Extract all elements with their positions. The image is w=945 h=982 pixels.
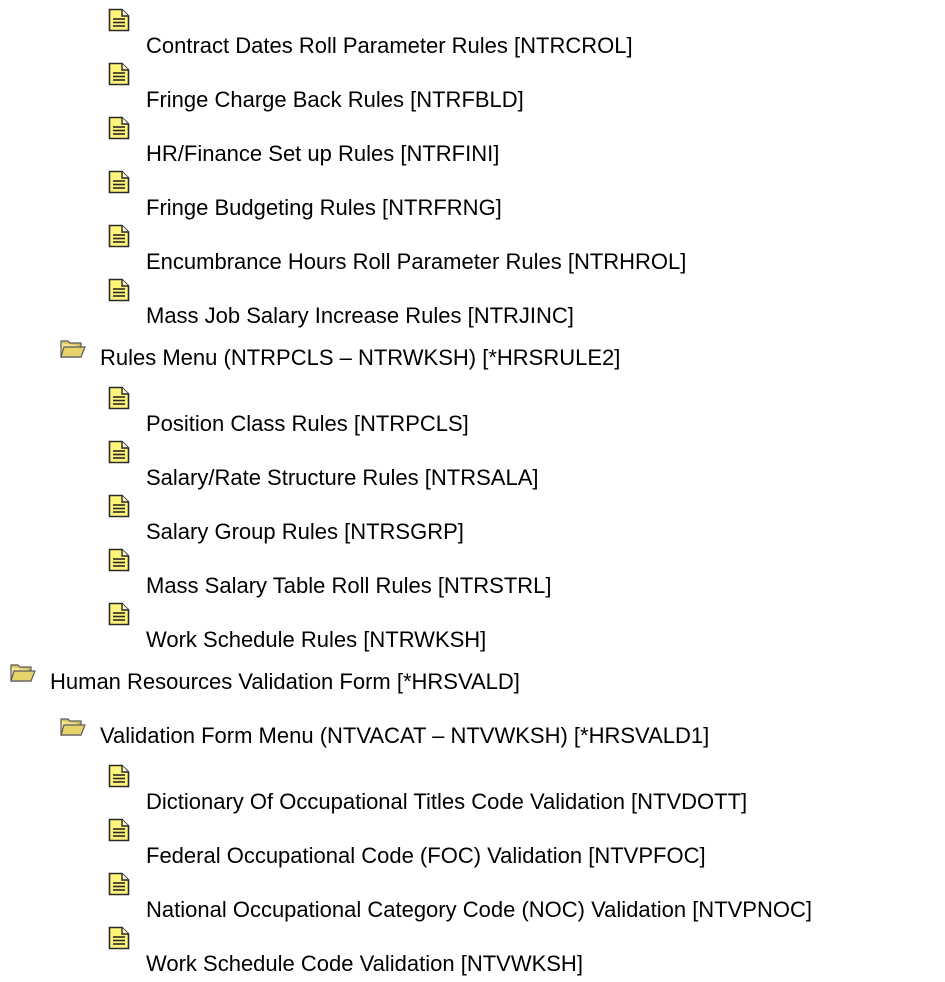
- tree-item-label: Fringe Charge Back Rules [NTRFBLD]: [146, 87, 524, 112]
- folder-open-icon: [60, 338, 86, 358]
- tree-item-label: Work Schedule Code Validation [NTVWKSH]: [146, 951, 583, 976]
- tree-item-ntvpfoc[interactable]: Federal Occupational Code (FOC) Validati…: [108, 816, 706, 869]
- tree-item-label: Salary/Rate Structure Rules [NTRSALA]: [146, 465, 539, 490]
- tree-item-ntvdott[interactable]: Dictionary Of Occupational Titles Code V…: [108, 762, 747, 815]
- tree-item-ntrstrl[interactable]: Mass Salary Table Roll Rules [NTRSTRL]: [108, 546, 552, 599]
- tree-item-ntrhrol[interactable]: Encumbrance Hours Roll Parameter Rules […: [108, 222, 686, 275]
- document-icon: [108, 8, 130, 32]
- tree-item-label: Salary Group Rules [NTRSGRP]: [146, 519, 464, 544]
- tree-item-ntrjinc[interactable]: Mass Job Salary Increase Rules [NTRJINC]: [108, 276, 574, 329]
- tree-folder-label: Rules Menu (NTRPCLS – NTRWKSH) [*HRSRULE…: [100, 345, 621, 370]
- document-icon: [108, 764, 130, 788]
- document-icon: [108, 926, 130, 950]
- document-icon: [108, 278, 130, 302]
- folder-open-icon: [10, 662, 36, 682]
- folder-open-icon: [60, 716, 86, 736]
- document-icon: [108, 494, 130, 518]
- tree-item-ntvpnoc[interactable]: National Occupational Category Code (NOC…: [108, 870, 812, 923]
- tree-folder-label: Human Resources Validation Form [*HRSVAL…: [50, 669, 520, 694]
- menu-tree: Contract Dates Roll Parameter Rules [NTR…: [0, 0, 945, 982]
- document-icon: [108, 602, 130, 626]
- tree-item-label: Work Schedule Rules [NTRWKSH]: [146, 627, 487, 652]
- document-icon: [108, 386, 130, 410]
- tree-item-label: National Occupational Category Code (NOC…: [146, 897, 812, 922]
- tree-item-ntrsala[interactable]: Salary/Rate Structure Rules [NTRSALA]: [108, 438, 538, 491]
- tree-folder-hrsrule2[interactable]: Rules Menu (NTRPCLS – NTRWKSH) [*HRSRULE…: [60, 330, 620, 383]
- tree-item-label: Federal Occupational Code (FOC) Validati…: [146, 843, 706, 868]
- tree-item-ntrcrol[interactable]: Contract Dates Roll Parameter Rules [NTR…: [108, 6, 633, 59]
- document-icon: [108, 440, 130, 464]
- tree-item-label: Mass Job Salary Increase Rules [NTRJINC]: [146, 303, 574, 328]
- tree-item-label: HR/Finance Set up Rules [NTRFINI]: [146, 141, 500, 166]
- tree-folder-hrsvald1[interactable]: Validation Form Menu (NTVACAT – NTVWKSH)…: [60, 708, 709, 761]
- tree-folder-hrsvald[interactable]: Human Resources Validation Form [*HRSVAL…: [10, 654, 520, 707]
- tree-item-label: Fringe Budgeting Rules [NTRFRNG]: [146, 195, 502, 220]
- tree-item-ntrfini[interactable]: HR/Finance Set up Rules [NTRFINI]: [108, 114, 499, 167]
- document-icon: [108, 224, 130, 248]
- document-icon: [108, 818, 130, 842]
- document-icon: [108, 548, 130, 572]
- tree-item-ntrwksh[interactable]: Work Schedule Rules [NTRWKSH]: [108, 600, 486, 653]
- tree-item-ntvwksh[interactable]: Work Schedule Code Validation [NTVWKSH]: [108, 924, 583, 977]
- tree-item-label: Dictionary Of Occupational Titles Code V…: [146, 789, 748, 814]
- tree-item-ntrsgrp[interactable]: Salary Group Rules [NTRSGRP]: [108, 492, 464, 545]
- tree-item-ntrpcls[interactable]: Position Class Rules [NTRPCLS]: [108, 384, 469, 437]
- tree-item-label: Contract Dates Roll Parameter Rules [NTR…: [146, 33, 633, 58]
- tree-item-label: Encumbrance Hours Roll Parameter Rules […: [146, 249, 687, 274]
- tree-item-label: Position Class Rules [NTRPCLS]: [146, 411, 469, 436]
- tree-item-label: Mass Salary Table Roll Rules [NTRSTRL]: [146, 573, 552, 598]
- document-icon: [108, 116, 130, 140]
- document-icon: [108, 62, 130, 86]
- tree-folder-label: Validation Form Menu (NTVACAT – NTVWKSH)…: [100, 723, 710, 748]
- tree-item-ntrfbld[interactable]: Fringe Charge Back Rules [NTRFBLD]: [108, 60, 524, 113]
- tree-item-ntrfrng[interactable]: Fringe Budgeting Rules [NTRFRNG]: [108, 168, 502, 221]
- document-icon: [108, 170, 130, 194]
- document-icon: [108, 872, 130, 896]
